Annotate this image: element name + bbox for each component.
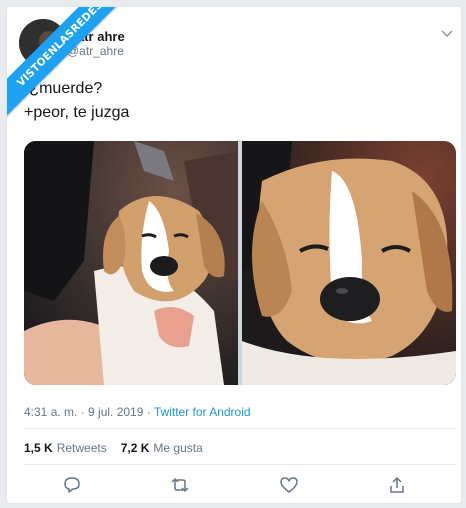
tweet-timestamp[interactable]: 4:31 a. m. · 9 jul. 2019 · Twitter for A… bbox=[24, 405, 251, 419]
retweet-icon[interactable] bbox=[170, 475, 190, 495]
likes-label[interactable]: Me gusta bbox=[153, 441, 202, 455]
retweets-count[interactable]: 1,5 K bbox=[24, 441, 53, 455]
dog-photo-right[interactable] bbox=[242, 141, 456, 385]
reply-icon[interactable] bbox=[62, 475, 82, 495]
tweet-line: +peor, te juzga bbox=[24, 104, 130, 121]
tweet-media[interactable] bbox=[24, 141, 456, 385]
share-icon[interactable] bbox=[387, 475, 407, 495]
chevron-down-icon[interactable] bbox=[441, 29, 453, 39]
timestamp-separator: · bbox=[143, 405, 154, 419]
dog-photo-left[interactable] bbox=[24, 141, 238, 385]
likes-count[interactable]: 7,2 K bbox=[121, 441, 150, 455]
heart-icon[interactable] bbox=[279, 475, 299, 495]
timestamp-text[interactable]: 4:31 a. m. · 9 jul. 2019 bbox=[24, 405, 143, 419]
retweets-label[interactable]: Retweets bbox=[57, 441, 107, 455]
tweet-text: -¿muerde? +peor, te juzga bbox=[24, 77, 129, 125]
tweet-card: VISTOENLASREDES atr ahre @atr_ahre -¿mue… bbox=[6, 6, 462, 504]
divider bbox=[24, 464, 456, 465]
tweet-source-link[interactable]: Twitter for Android bbox=[154, 405, 251, 419]
engagement-stats: 1,5 K Retweets 7,2 K Me gusta bbox=[24, 441, 203, 455]
divider bbox=[24, 428, 456, 429]
action-bar bbox=[7, 475, 461, 497]
